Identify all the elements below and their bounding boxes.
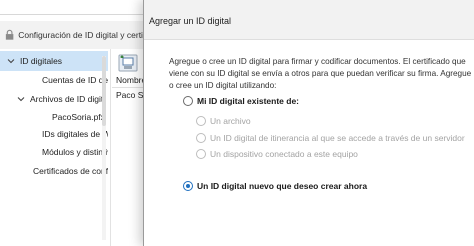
tree-item-label: PacoSoria.pfx xyxy=(52,112,105,122)
option-existing-id[interactable]: Mi ID digital existente de: xyxy=(183,96,299,106)
lock-icon xyxy=(5,29,14,40)
row-name: Paco Soria xyxy=(116,90,146,100)
tree-item-label: Cuentas de ID de iti xyxy=(42,75,108,85)
id-list-pane: Nombre Paco Soria xyxy=(112,49,146,246)
chevron-down-icon[interactable] xyxy=(6,56,16,66)
dialog-titlebar: Agregar un ID digital xyxy=(144,0,474,40)
column-header-name[interactable]: Nombre xyxy=(112,72,146,88)
sub-option-device: Un dispositivo conectado a este equipo xyxy=(196,149,358,159)
column-header-label: Nombre xyxy=(116,74,146,85)
settings-window-title: Configuración de ID digital y certificad… xyxy=(18,30,160,40)
tree-item-label: Módulos y distintivo xyxy=(42,147,108,157)
option-existing-id-label: Mi ID digital existente de: xyxy=(197,96,300,106)
sub-option-roaming-label: Un ID digital de itinerancia al que se a… xyxy=(210,133,465,143)
dialog-title: Agregar un ID digital xyxy=(149,16,232,26)
chevron-down-icon[interactable] xyxy=(16,94,26,104)
sub-option-file: Un archivo xyxy=(196,116,251,126)
tree-item-label: ID digitales xyxy=(20,56,63,66)
radio-file xyxy=(196,116,206,126)
sub-option-file-label: Un archivo xyxy=(210,116,251,126)
sub-option-device-label: Un dispositivo conectado a este equipo xyxy=(210,149,358,159)
tree-item-label: IDs digitales de Win xyxy=(42,129,108,139)
tree-scrollbar-thumb[interactable] xyxy=(102,56,106,126)
radio-roaming xyxy=(196,133,206,143)
tree-item-windows-ids[interactable]: IDs digitales de Win xyxy=(42,124,108,144)
tree-item-label: Archivos de ID digit xyxy=(30,94,104,104)
sub-option-roaming: Un ID digital de itinerancia al que se a… xyxy=(196,133,465,143)
tree-item-digital-ids[interactable]: ID digitales xyxy=(0,51,108,71)
tree-item-trusted-certificates[interactable]: Certificados de confian xyxy=(33,161,108,181)
table-row[interactable]: Paco Soria xyxy=(116,88,146,102)
option-new-id-label: Un ID digital nuevo que deseo crear ahor… xyxy=(197,181,368,191)
radio-device xyxy=(196,149,206,159)
tree-item-label: Certificados de confian xyxy=(33,166,108,176)
add-digital-id-dialog: Agregar un ID digital Agregue o cree un … xyxy=(143,0,474,246)
tree-scrollbar[interactable] xyxy=(102,56,106,240)
tree-item-modules-tokens[interactable]: Módulos y distintivo xyxy=(42,142,108,162)
dialog-description: Agregue o cree un ID digital para firmar… xyxy=(169,57,472,90)
tree-item-roaming-accounts[interactable]: Cuentas de ID de iti xyxy=(42,70,108,90)
settings-tree: ID digitales Cuentas de ID de iti Archiv… xyxy=(0,49,108,246)
radio-new-id[interactable] xyxy=(183,181,193,191)
option-new-id[interactable]: Un ID digital nuevo que deseo crear ahor… xyxy=(183,181,367,191)
pane-divider[interactable] xyxy=(110,49,111,246)
radio-existing-id[interactable] xyxy=(183,96,193,106)
tree-item-digital-id-files[interactable]: Archivos de ID digit xyxy=(16,89,103,109)
add-id-icon[interactable] xyxy=(118,54,138,72)
settings-window-titlebar: Configuración de ID digital y certificad… xyxy=(0,21,160,49)
